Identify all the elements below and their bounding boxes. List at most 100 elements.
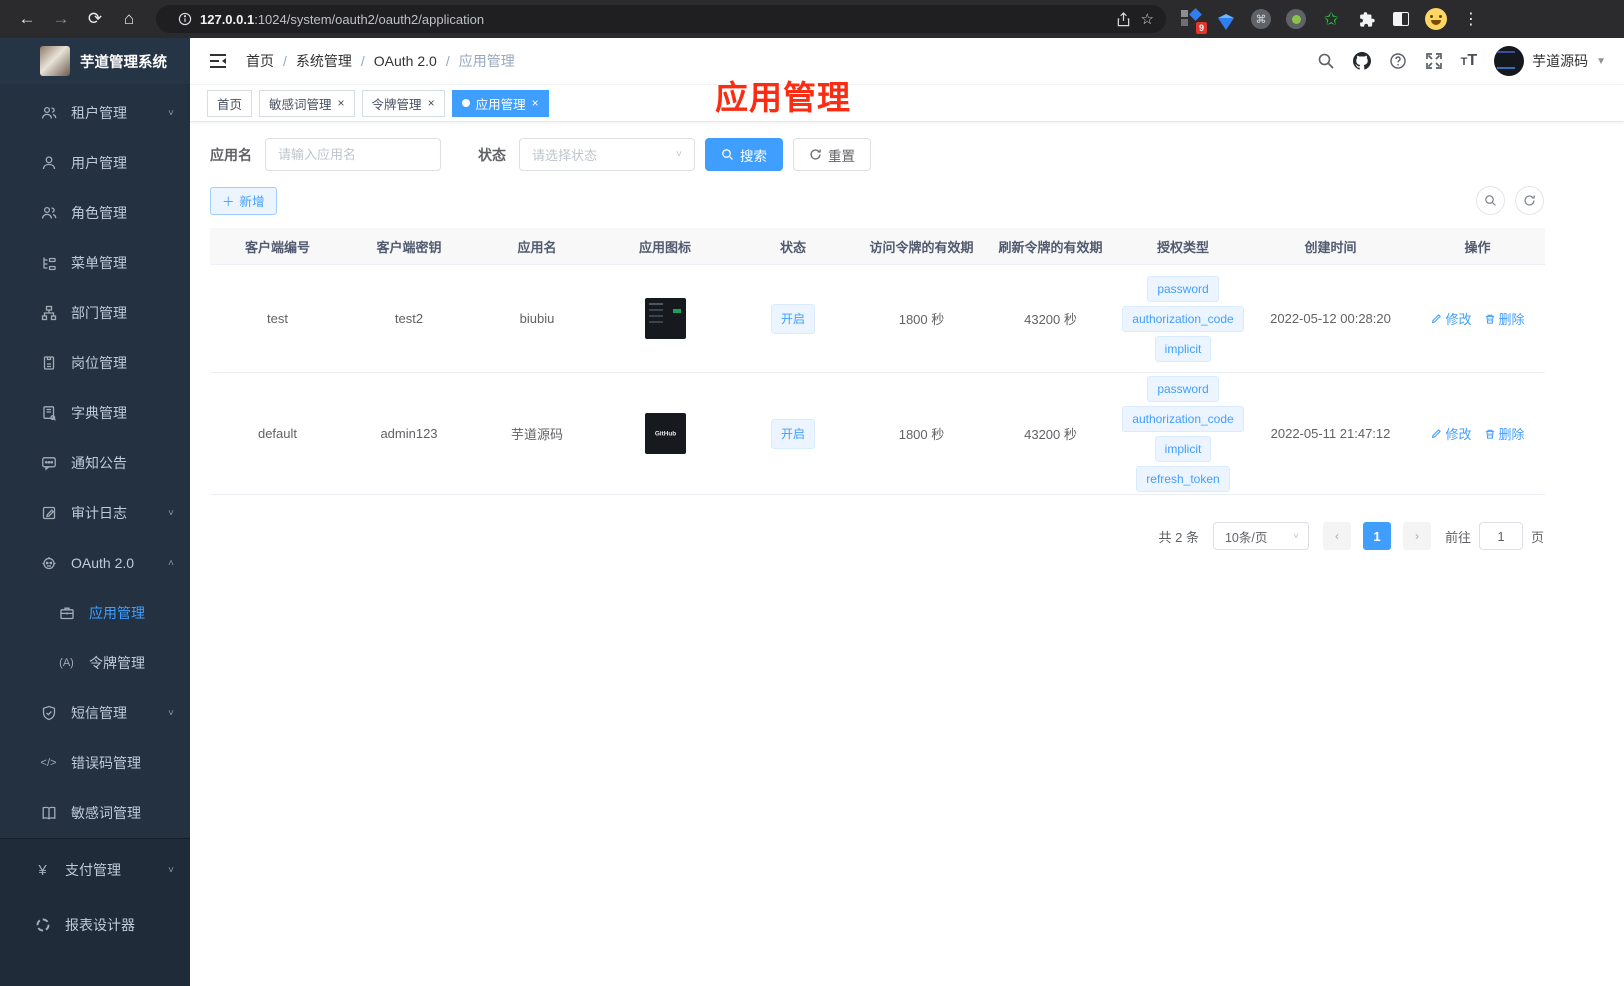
sidebar-item-payment[interactable]: ¥ 支付管理 ˅ (0, 845, 190, 895)
address-bar[interactable]: 127.0.0.1:1024/system/oauth2/oauth2/appl… (156, 5, 1166, 33)
close-tab-icon[interactable]: × (532, 96, 539, 110)
refresh-icon (810, 149, 821, 160)
share-icon[interactable] (1116, 11, 1131, 27)
browser-forward-icon[interactable]: → (47, 5, 75, 33)
cell-secret: admin123 (380, 426, 438, 441)
top-navbar: 首页 / 系统管理 / OAuth 2.0 / 应用管理 TT 芋道源码 ▼ (190, 38, 1624, 84)
table-toolbar: ＋ 新增 (210, 186, 1604, 215)
extension-gem-icon[interactable] (1215, 8, 1237, 30)
browser-home-icon[interactable]: ⌂ (115, 5, 143, 33)
close-tab-icon[interactable]: × (428, 96, 435, 110)
add-button[interactable]: ＋ 新增 (210, 186, 277, 215)
extension-grid-icon[interactable]: ⌘ (1250, 8, 1272, 30)
shield-check-icon (40, 705, 57, 722)
app-logo[interactable]: 芋道管理系统 (0, 38, 190, 84)
status-placeholder: 请选择状态 (532, 148, 598, 163)
tab-home[interactable]: 首页 (207, 89, 253, 117)
cell-app-name: biubiu (519, 311, 555, 326)
sidebar-item-tenant[interactable]: 租户管理 ˅ (0, 88, 190, 138)
fullscreen-icon[interactable] (1425, 52, 1444, 71)
table-header: 客户端编号 客户端密钥 应用名 应用图标 状态 访问令牌的有效期 刷新令牌的有效… (210, 228, 1545, 265)
app-name-input[interactable] (265, 138, 441, 171)
extensions-puzzle-icon[interactable] (1355, 8, 1377, 30)
user-menu[interactable]: 芋道源码 ▼ (1494, 46, 1606, 76)
sidebar-item-sensitive-words[interactable]: 敏感词管理 (0, 788, 190, 838)
github-icon[interactable] (1353, 52, 1372, 71)
status-select[interactable]: 请选择状态 ˅ (519, 138, 695, 171)
side-panel-icon[interactable] (1390, 8, 1412, 30)
sidebar-item-label: 用户管理 (71, 155, 127, 171)
cell-app-name: 芋道源码 (510, 427, 563, 442)
tab-label: 敏感词管理 (269, 97, 332, 112)
sidebar-bottom-section: ¥ 支付管理 ˅ 报表设计器 (0, 838, 190, 986)
profile-avatar-icon[interactable] (1425, 8, 1447, 30)
current-page-button[interactable]: 1 (1362, 522, 1391, 550)
main-area: 应用管理 首页 / 系统管理 / OAuth 2.0 / 应用管理 TT 芋道源… (190, 38, 1624, 986)
edit-pencil-icon (1432, 313, 1442, 323)
close-tab-icon[interactable]: × (338, 96, 345, 110)
sidebar-item-role[interactable]: 角色管理 (0, 188, 190, 238)
extension-tabs-icon[interactable]: 9 (1180, 8, 1207, 34)
sidebar-item-sms[interactable]: 短信管理 ˅ (0, 688, 190, 738)
sidebar-fold-icon[interactable] (208, 51, 228, 71)
prev-page-button[interactable]: ‹ (1322, 522, 1351, 550)
sidebar-item-audit-log[interactable]: 审计日志 ˅ (0, 488, 190, 538)
sidebar-item-oauth[interactable]: OAuth 2.0 ˄ (0, 538, 190, 588)
sidebar-item-oauth-token[interactable]: (A) 令牌管理 (0, 638, 190, 688)
sidebar-item-oauth-application[interactable]: 应用管理 (0, 588, 190, 638)
edit-button[interactable]: 修改 (1430, 424, 1472, 443)
tab-application[interactable]: 应用管理 × (451, 89, 549, 117)
sidebar-item-label: 报表设计器 (65, 917, 135, 933)
reset-button[interactable]: 重置 (793, 138, 871, 171)
sidebar-item-dept[interactable]: 部门管理 (0, 288, 190, 338)
extension-star-icon[interactable]: ✩ (1320, 8, 1342, 30)
toggle-search-button[interactable] (1476, 186, 1505, 215)
code-icon: </> (40, 757, 57, 769)
sidebar-item-notice[interactable]: 通知公告 (0, 438, 190, 488)
edit-label: 修改 (1445, 427, 1472, 442)
search-icon[interactable] (1317, 52, 1336, 71)
edit-button[interactable]: 修改 (1430, 309, 1472, 328)
breadcrumb-system[interactable]: 系统管理 (296, 51, 352, 71)
users-icon (40, 105, 57, 122)
search-button[interactable]: 搜索 (705, 138, 783, 171)
sidebar-item-error-code[interactable]: </> 错误码管理 (0, 738, 190, 788)
cell-refresh-validity: 43200 秒 (1024, 312, 1077, 327)
col-grant-types: 授权类型 (1156, 239, 1209, 255)
browser-refresh-icon[interactable]: ⟳ (81, 5, 109, 33)
font-size-icon[interactable]: TT (1461, 52, 1478, 70)
sidebar-item-post[interactable]: 岗位管理 (0, 338, 190, 388)
page-content: 应用名 状态 请选择状态 ˅ 搜索 重置 (190, 122, 1624, 986)
sidebar-item-menu[interactable]: 菜单管理 (0, 238, 190, 288)
status-badge: 开启 (770, 303, 815, 334)
browser-back-icon[interactable]: ← (13, 5, 41, 33)
bookmark-star-icon[interactable]: ☆ (1141, 10, 1154, 28)
next-page-button[interactable]: › (1402, 522, 1431, 550)
grant-type-tag: password (1147, 375, 1219, 402)
page-jump-input[interactable] (1478, 522, 1523, 550)
tab-token[interactable]: 令牌管理 × (361, 89, 445, 117)
sidebar-item-user[interactable]: 用户管理 (0, 138, 190, 188)
tab-sensitive-words[interactable]: 敏感词管理 × (259, 89, 355, 117)
sidebar-item-label: 审计日志 (71, 505, 127, 521)
sidebar-item-label: 支付管理 (65, 862, 121, 878)
delete-button[interactable]: 删除 (1484, 424, 1525, 443)
cell-actions: 修改 删除 (1410, 309, 1545, 328)
edit-pencil-icon (1432, 428, 1442, 438)
sidebar-item-dict[interactable]: 字典管理 (0, 388, 190, 438)
sidebar-item-report-designer[interactable]: 报表设计器 (0, 900, 190, 950)
site-info-icon[interactable] (178, 12, 192, 26)
sidebar-item-label: OAuth 2.0 (71, 555, 135, 571)
breadcrumb-oauth[interactable]: OAuth 2.0 (374, 53, 437, 69)
extension-record-icon[interactable] (1285, 8, 1307, 30)
delete-button[interactable]: 删除 (1484, 309, 1525, 328)
help-icon[interactable] (1389, 52, 1408, 71)
breadcrumb-home[interactable]: 首页 (246, 51, 274, 71)
page-size-select[interactable]: 10条/页 ˅ (1212, 522, 1309, 550)
browser-menu-icon[interactable]: ⋮ (1457, 5, 1485, 33)
cell-secret: test2 (394, 311, 424, 326)
refresh-table-button[interactable] (1515, 186, 1544, 215)
search-button-label: 搜索 (740, 148, 767, 164)
cell-create-time: 2022-05-11 21:47:12 (1270, 426, 1391, 441)
filter-form: 应用名 状态 请选择状态 ˅ 搜索 重置 (210, 138, 1604, 171)
